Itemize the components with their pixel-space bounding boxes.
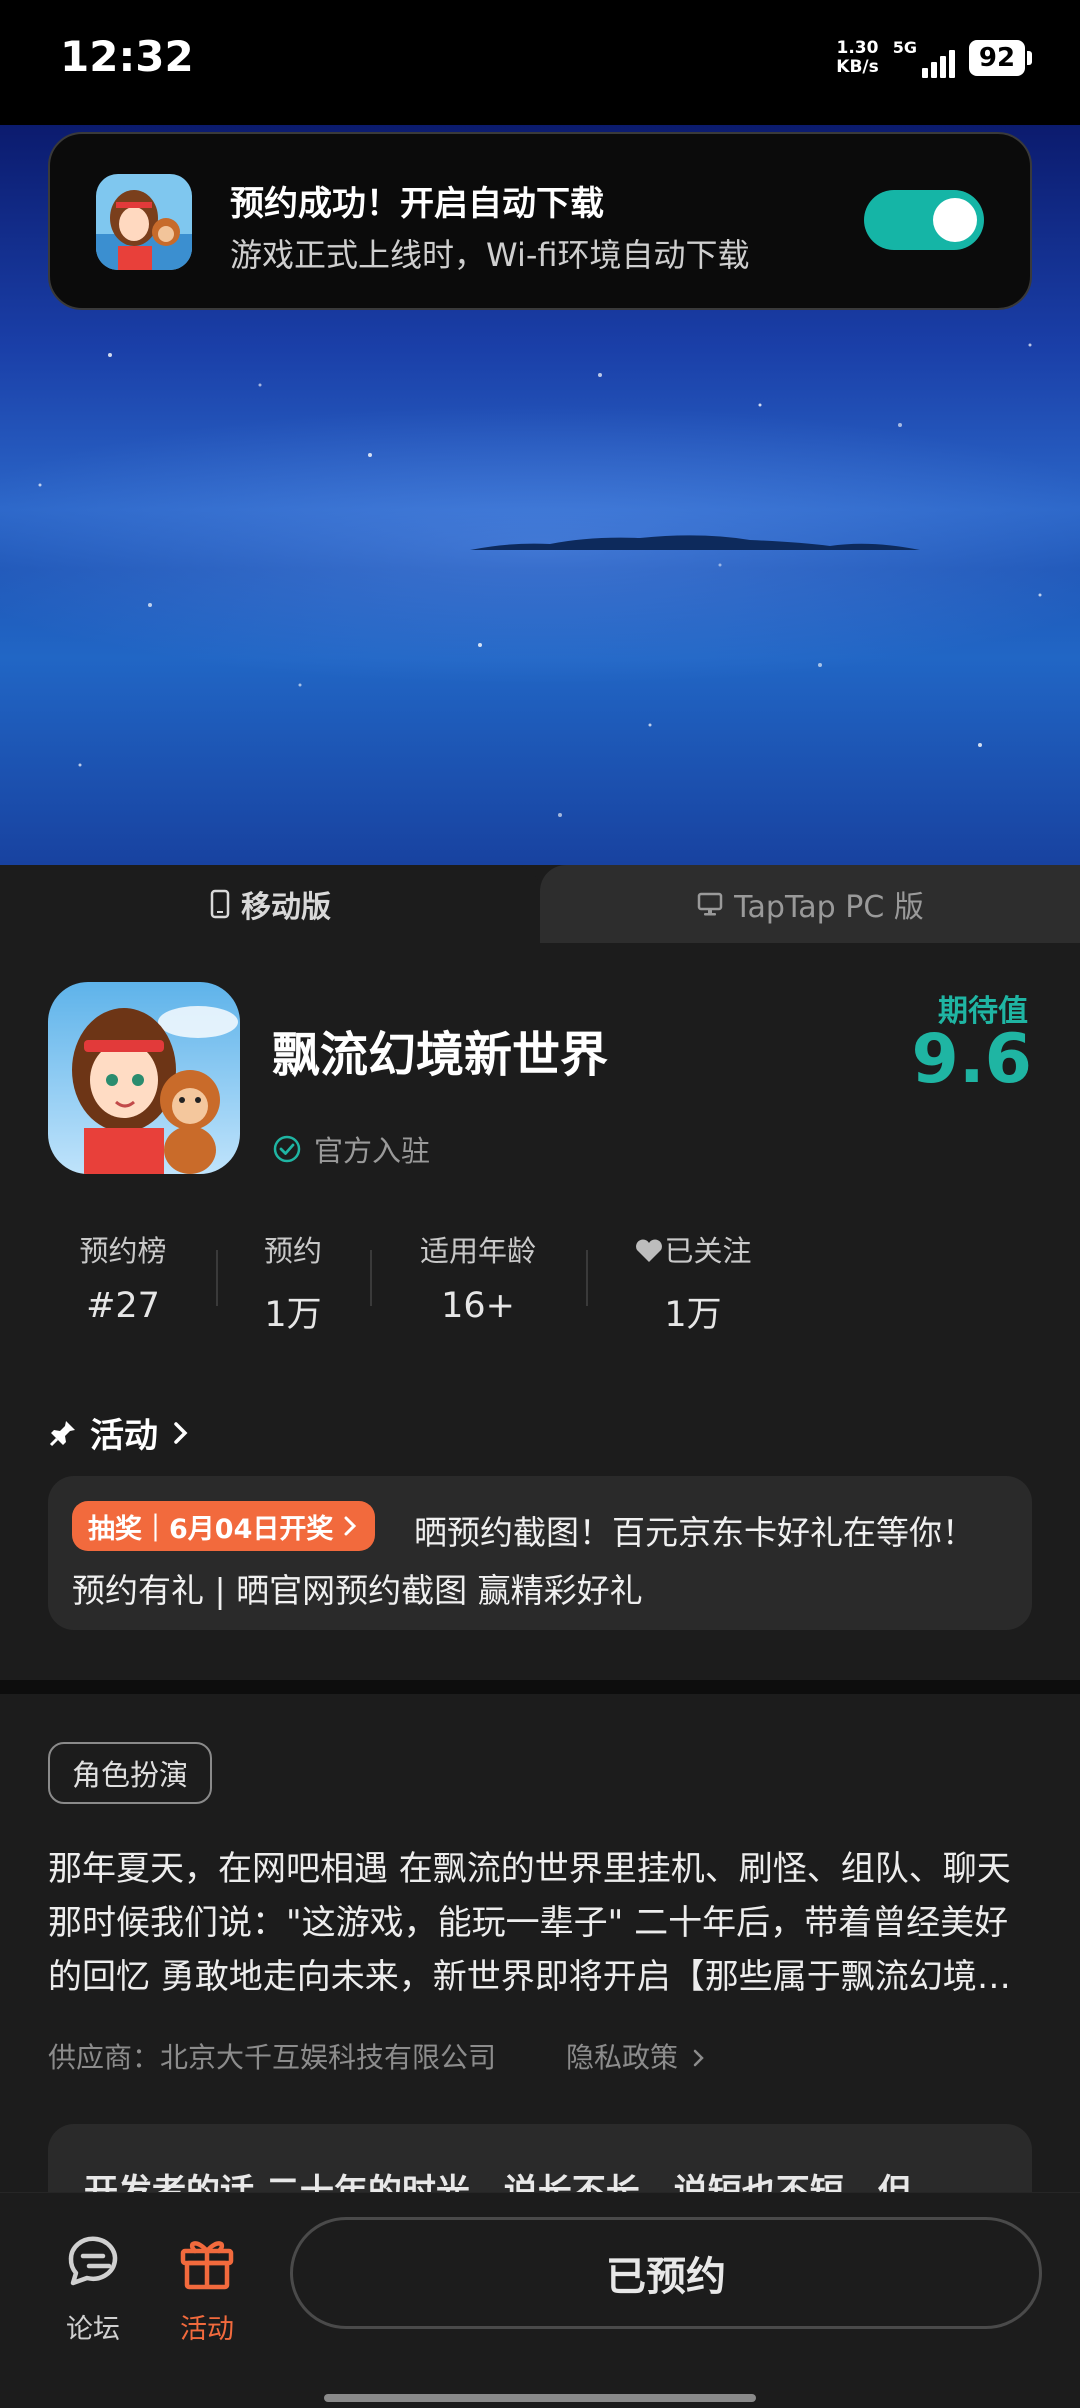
- stat-divider: [370, 1250, 372, 1306]
- activity-heading: 活动: [90, 1416, 158, 1456]
- nav-forum-label: 论坛: [66, 2314, 120, 2345]
- lottery-badge-label: 抽奖｜6月04日开奖: [88, 1513, 334, 1545]
- tab-pc[interactable]: TapTap PC 版: [540, 865, 1080, 943]
- stat-age: 适用年龄 16+: [403, 1228, 553, 1326]
- game-title: 飘流幻境新世界: [272, 1027, 609, 1083]
- auto-download-toggle[interactable]: [864, 190, 984, 250]
- app-screen: 12:32 1.30 KB/s 5G 92 预约成功！开启自动下载 游戏正式上线…: [0, 0, 1080, 2408]
- stat-followers-label: 已关注: [618, 1228, 768, 1270]
- network-speed-unit: KB/s: [836, 57, 879, 77]
- battery-icon: 92: [969, 40, 1032, 76]
- verified-check-icon: [273, 1135, 301, 1163]
- status-bar: 12:32 1.30 KB/s 5G 92: [0, 0, 1080, 125]
- stat-rank[interactable]: 预约榜 #27: [48, 1228, 198, 1326]
- game-icon-small: [96, 174, 192, 270]
- stat-age-label: 适用年龄: [419, 1234, 536, 1268]
- toggle-knob: [933, 198, 977, 242]
- stat-followers[interactable]: 已关注 1万: [618, 1228, 768, 1337]
- stat-divider: [216, 1250, 218, 1306]
- stat-divider: [586, 1250, 588, 1306]
- activity-header[interactable]: 活动: [48, 1408, 192, 1457]
- chevron-right-icon: [344, 1516, 357, 1536]
- nav-activity-label: 活动: [180, 2314, 234, 2345]
- activity-card[interactable]: 抽奖｜6月04日开奖 晒预约截图！百元京东卡好礼在等你！ 预约有礼 | 晒官网预…: [48, 1476, 1032, 1630]
- island-silhouette: [470, 535, 920, 550]
- stat-followers-text: 已关注: [664, 1234, 752, 1268]
- game-description[interactable]: 那年夏天，在网吧相遇 在飘流的世界里挂机、刷怪、组队、聊天 那时候我们说："这游…: [48, 1842, 1032, 2004]
- official-badge-label: 官方入驻: [314, 1134, 431, 1168]
- expectation-score: 9.6: [911, 1020, 1032, 1099]
- notification-subtitle: 游戏正式上线时，Wi-fi环境自动下载: [230, 236, 750, 274]
- game-icon: [48, 982, 240, 1174]
- chat-bubble-icon: [68, 2236, 118, 2286]
- bottom-action-bar: 论坛 活动 已预约: [0, 2192, 1080, 2408]
- stat-followers-value: 1万: [664, 1295, 722, 1335]
- chevron-right-icon: [174, 1421, 188, 1444]
- status-icons: 1.30 KB/s 5G 92: [836, 38, 1032, 78]
- section-divider: [0, 1680, 1080, 1694]
- privacy-policy-link[interactable]: 隐私政策: [566, 2036, 707, 2076]
- stat-rank-value: #27: [86, 1286, 160, 1326]
- home-indicator[interactable]: [324, 2394, 756, 2402]
- signal-icon: 5G: [893, 38, 955, 78]
- tab-mobile[interactable]: 移动版: [0, 865, 540, 943]
- lottery-badge: 抽奖｜6月04日开奖: [72, 1501, 376, 1551]
- stats-row: 预约榜 #27 预约 1万 适用年龄 16+ 已关注 1万: [48, 1228, 788, 1335]
- reservation-notification: 预约成功！开启自动下载 游戏正式上线时，Wi-fi环境自动下载: [48, 132, 1032, 310]
- tab-pc-label: TapTap PC 版: [734, 890, 924, 925]
- stat-age-value: 16+: [441, 1286, 515, 1326]
- notification-title: 预约成功！开启自动下载: [230, 184, 604, 224]
- tab-mobile-label: 移动版: [241, 890, 331, 925]
- network-type: 5G: [892, 38, 917, 57]
- network-speed: 1.30 KB/s: [836, 39, 878, 77]
- stat-reservations: 预约 1万: [233, 1228, 353, 1337]
- heart-icon: [636, 1239, 663, 1262]
- stat-reservations-value: 1万: [264, 1295, 322, 1335]
- activity-title: 晒预约截图！百元京东卡好礼在等你！: [414, 1513, 975, 1552]
- activity-subtitle: 预约有礼 | 晒官网预约截图 赢精彩好礼: [72, 1571, 643, 1610]
- privacy-policy-label: 隐私政策: [566, 2041, 679, 2074]
- pin-icon: [49, 1420, 75, 1446]
- stat-rank-label: 预约榜: [79, 1234, 167, 1268]
- official-badge: 官方入驻: [272, 1128, 430, 1170]
- clock: 12:32: [60, 32, 194, 81]
- game-description-text: 那年夏天，在网吧相遇 在飘流的世界里挂机、刷怪、组队、聊天 那时候我们说："这游…: [48, 1849, 1011, 1997]
- stat-reservations-label: 预约: [263, 1234, 322, 1268]
- platform-tabs: TapTap PC 版 移动版: [0, 865, 1080, 943]
- battery-level: 92: [969, 40, 1025, 76]
- gift-icon: [180, 2241, 234, 2290]
- network-speed-value: 1.30: [836, 38, 879, 58]
- genre-tag[interactable]: 角色扮演: [48, 1742, 213, 1804]
- nav-activity[interactable]: 活动: [162, 2229, 252, 2346]
- reserved-button[interactable]: 已预约: [290, 2217, 1042, 2329]
- chevron-right-icon: [693, 2049, 704, 2067]
- supplier-info: 供应商：北京大千互娱科技有限公司: [48, 2041, 497, 2074]
- nav-forum[interactable]: 论坛: [48, 2229, 138, 2346]
- phone-icon: [210, 889, 230, 919]
- monitor-icon: [697, 892, 723, 916]
